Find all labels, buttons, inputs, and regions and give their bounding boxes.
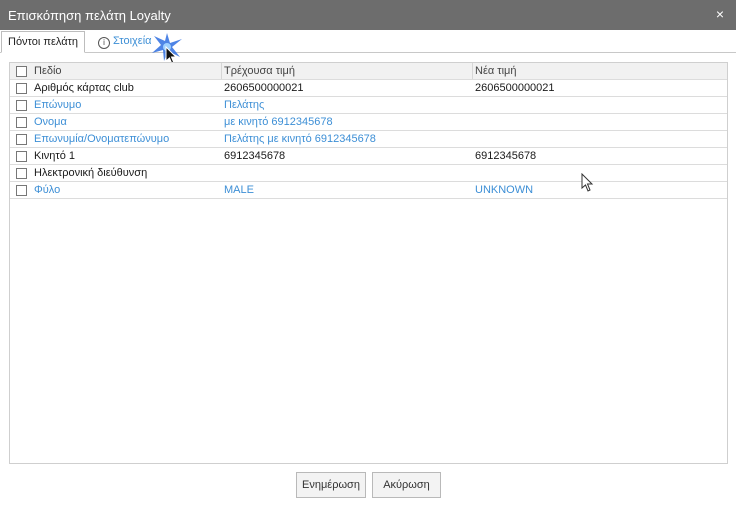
tab-bar: Πόντοι πελάτη i Στοιχεία (0, 30, 736, 53)
table-row[interactable]: Αριθμός κάρτας club 2606500000021 260650… (10, 80, 727, 97)
header-new-value: Νέα τιμή (475, 65, 517, 77)
table-row[interactable]: Επωνυμία/Ονοματεπώνυμο Πελάτης με κινητό… (10, 131, 727, 148)
row-current-value: 2606500000021 (224, 82, 304, 94)
row-checkbox[interactable] (16, 168, 27, 179)
row-current-value: Πελάτης με κινητό 6912345678 (224, 133, 376, 145)
row-new-value: 6912345678 (475, 150, 537, 162)
row-field: Κινητό 1 (34, 150, 76, 162)
table-row[interactable]: Φύλο MALE UNKNOWN (10, 182, 727, 199)
row-current-value: 6912345678 (224, 150, 286, 162)
info-icon: i (98, 37, 110, 49)
tab-details-label: Στοιχεία (113, 35, 152, 47)
grid-header-row: Πεδίο Τρέχουσα τιμή Νέα τιμή (10, 63, 727, 80)
mouse-pointer-icon (581, 173, 594, 192)
row-field: Ηλεκτρονική διεύθυνση (34, 167, 148, 179)
tab-details[interactable]: i Στοιχεία (92, 31, 158, 51)
table-row[interactable]: Κινητό 1 6912345678 6912345678 (10, 148, 727, 165)
table-row[interactable]: Ονομα με κινητό 6912345678 (10, 114, 727, 131)
row-checkbox[interactable] (16, 134, 27, 145)
row-current-value: MALE (224, 184, 254, 196)
row-new-value: 2606500000021 (475, 82, 555, 94)
row-checkbox[interactable] (16, 100, 27, 111)
row-current-value: Πελάτης (224, 99, 265, 111)
row-field: Αριθμός κάρτας club (34, 82, 134, 94)
row-field: Ονομα (34, 116, 67, 128)
select-all-checkbox[interactable] (16, 66, 27, 77)
row-current-value: με κινητό 6912345678 (224, 116, 333, 128)
row-new-value: UNKNOWN (475, 184, 534, 196)
tab-customer-points[interactable]: Πόντοι πελάτη (1, 31, 86, 53)
tab-customer-points-label: Πόντοι πελάτη (8, 36, 79, 48)
header-current-value: Τρέχουσα τιμή (224, 65, 295, 77)
update-button[interactable]: Ενημέρωση (296, 472, 366, 498)
fields-grid: Πεδίο Τρέχουσα τιμή Νέα τιμή Αριθμός κάρ… (9, 62, 728, 464)
row-checkbox[interactable] (16, 151, 27, 162)
row-field: Φύλο (34, 184, 61, 196)
row-checkbox[interactable] (16, 83, 27, 94)
cancel-button[interactable]: Ακύρωση (372, 472, 441, 498)
close-icon[interactable]: × (716, 7, 724, 21)
row-checkbox[interactable] (16, 117, 27, 128)
row-field: Επώνυμο (34, 99, 82, 111)
row-field: Επωνυμία/Ονοματεπώνυμο (34, 133, 170, 145)
window-titlebar: Επισκόπηση πελάτη Loyalty × (0, 0, 736, 30)
table-row[interactable]: Ηλεκτρονική διεύθυνση (10, 165, 727, 182)
window-title: Επισκόπηση πελάτη Loyalty (8, 8, 171, 23)
table-row[interactable]: Επώνυμο Πελάτης (10, 97, 727, 114)
header-field: Πεδίο (34, 65, 62, 77)
row-checkbox[interactable] (16, 185, 27, 196)
